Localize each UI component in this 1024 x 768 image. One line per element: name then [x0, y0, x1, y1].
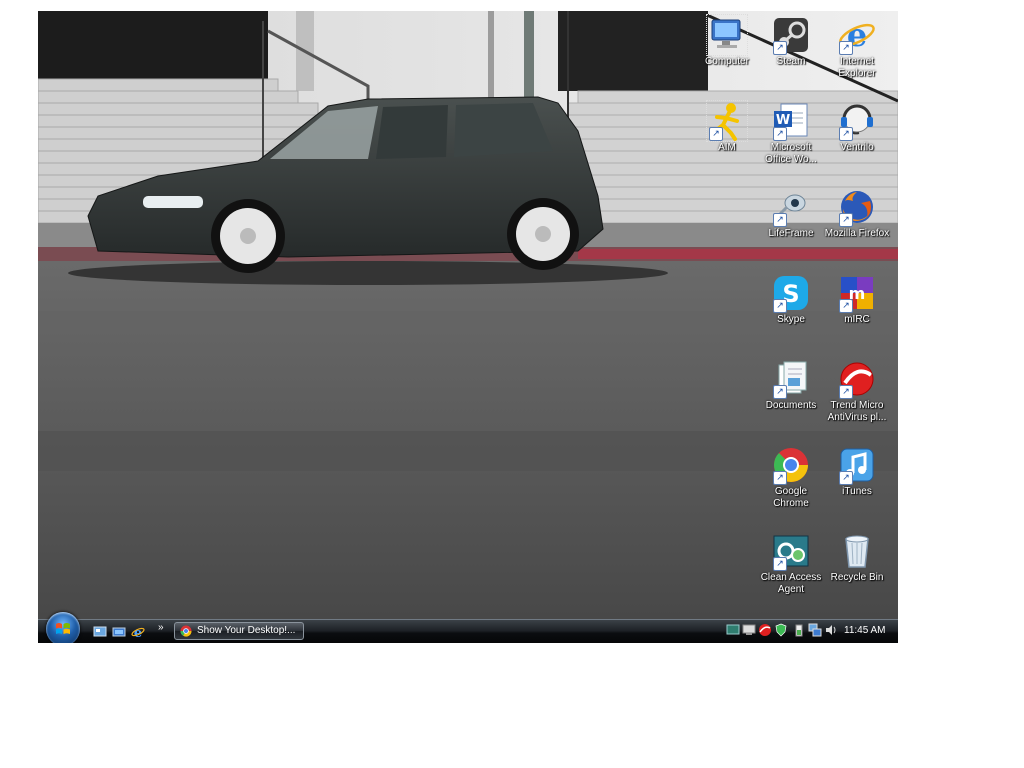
word-document-icon: W ↗ [771, 101, 811, 141]
desktop-icon-label: Recycle Bin [830, 572, 884, 583]
webcam-icon: ↗ [771, 187, 811, 227]
taskbar-clock[interactable]: 11:45 AM [844, 625, 886, 636]
clean-access-agent-icon: ↗ [771, 531, 811, 571]
steam-icon: ↗ [771, 15, 811, 55]
desktop-icon-label: AIM [718, 142, 736, 153]
taskbar: e » Show Your Desktop!... 11:45 AM [38, 612, 898, 643]
desktop-icon-mozilla-firefox[interactable]: ↗ Mozilla Firefox [824, 187, 890, 240]
trend-micro-icon: ↗ [837, 359, 877, 399]
shortcut-arrow-icon: ↗ [839, 299, 853, 313]
shortcut-arrow-icon: ↗ [839, 385, 853, 399]
windows-logo-icon [56, 623, 70, 634]
shortcut-arrow-icon: ↗ [773, 127, 787, 141]
taskbar-button-label: Show Your Desktop!... [197, 625, 296, 636]
taskbar-button-chrome-window[interactable]: Show Your Desktop!... [174, 622, 304, 640]
desktop-icon-label: mIRC [844, 314, 870, 325]
shortcut-arrow-icon: ↗ [709, 127, 723, 141]
desktop-icon-google-chrome[interactable]: ↗ Google Chrome [758, 445, 824, 510]
tray-volume-icon[interactable] [824, 623, 838, 637]
desktop-icon-label: Ventrilo [840, 142, 874, 153]
documents-folder-icon: ↗ [771, 359, 811, 399]
desktop-icon-label: Documents [765, 400, 817, 411]
desktop-icon-skype[interactable]: S ↗ Skype [758, 273, 824, 326]
desktop-icon-label: LifeFrame [768, 228, 814, 239]
mirc-icon: m ↗ [837, 273, 877, 313]
recycle-bin-icon [837, 531, 877, 571]
desktop-icon-itunes[interactable]: ↗ iTunes [824, 445, 890, 498]
computer-icon [706, 14, 748, 56]
tray-trend-micro-icon[interactable] [758, 623, 772, 637]
switch-windows-icon[interactable] [112, 625, 126, 639]
show-desktop-icon[interactable] [93, 625, 107, 639]
desktop-icon-mirc[interactable]: m ↗ mIRC [824, 273, 890, 326]
tray-computer-icon[interactable] [742, 623, 756, 637]
svg-text:W: W [776, 113, 790, 128]
shortcut-arrow-icon: ↗ [839, 127, 853, 141]
desktop-icon-computer[interactable]: Computer [694, 14, 760, 68]
aim-running-man-icon: ↗ [706, 100, 748, 142]
desktop-icon-ventrilo[interactable]: ↗ Ventrilo [824, 101, 890, 154]
desktop-icon-label: Internet Explorer [838, 56, 876, 79]
internet-explorer-quicklaunch-icon[interactable]: e [131, 625, 145, 639]
chrome-icon [180, 625, 192, 637]
start-button[interactable] [46, 612, 80, 643]
desktop-icon-trend-micro-antivirus[interactable]: ↗ Trend Micro AntiVirus pl... [824, 359, 890, 424]
shortcut-arrow-icon: ↗ [773, 385, 787, 399]
desktop-icon-clean-access-agent[interactable]: ↗ Clean Access Agent [758, 531, 824, 596]
desktop-screen: Computer ↗ Steam e ↗ Internet Explorer ↗… [38, 11, 898, 643]
shortcut-arrow-icon: ↗ [773, 299, 787, 313]
tray-monitor-icon[interactable] [726, 623, 740, 637]
desktop-icon-steam[interactable]: ↗ Steam [758, 15, 824, 68]
ventrilo-headset-icon: ↗ [837, 101, 877, 141]
shortcut-arrow-icon: ↗ [773, 471, 787, 485]
shortcut-arrow-icon: ↗ [839, 471, 853, 485]
desktop-icon-documents[interactable]: ↗ Documents [758, 359, 824, 412]
desktop-icon-aim[interactable]: ↗ AIM [694, 100, 760, 154]
shortcut-arrow-icon: ↗ [839, 213, 853, 227]
desktop-icon-label: Google Chrome [773, 486, 809, 509]
shortcut-arrow-icon: ↗ [839, 41, 853, 55]
tray-battery-icon[interactable] [792, 623, 806, 637]
skype-icon: S ↗ [771, 273, 811, 313]
shortcut-arrow-icon: ↗ [773, 557, 787, 571]
desktop-icon-lifeframe[interactable]: ↗ LifeFrame [758, 187, 824, 240]
internet-explorer-icon: e ↗ [837, 15, 877, 55]
desktop-icon-label: Mozilla Firefox [824, 228, 890, 239]
shortcut-arrow-icon: ↗ [773, 41, 787, 55]
desktop-icon-label: Skype [777, 314, 805, 325]
chrome-icon: ↗ [771, 445, 811, 485]
desktop-icon-label: Steam [776, 56, 806, 67]
tray-security-icon[interactable] [774, 623, 788, 637]
itunes-icon: ↗ [837, 445, 877, 485]
desktop-icon-label: Computer [705, 56, 749, 67]
desktop-icon-microsoft-office-word[interactable]: W ↗ Microsoft Office Wo... [758, 101, 824, 166]
desktop-icon-recycle-bin[interactable]: Recycle Bin [824, 531, 890, 584]
tray-network-icon[interactable] [808, 623, 822, 637]
quicklaunch-chevron[interactable]: » [158, 622, 164, 633]
desktop-icon-internet-explorer[interactable]: e ↗ Internet Explorer [824, 15, 890, 80]
firefox-icon: ↗ [837, 187, 877, 227]
desktop-icon-label: Trend Micro AntiVirus pl... [827, 400, 887, 423]
desktop-icon-label: Microsoft Office Wo... [765, 142, 817, 165]
desktop-icon-label: Clean Access Agent [760, 572, 822, 595]
shortcut-arrow-icon: ↗ [773, 213, 787, 227]
desktop-icon-label: iTunes [842, 486, 872, 497]
